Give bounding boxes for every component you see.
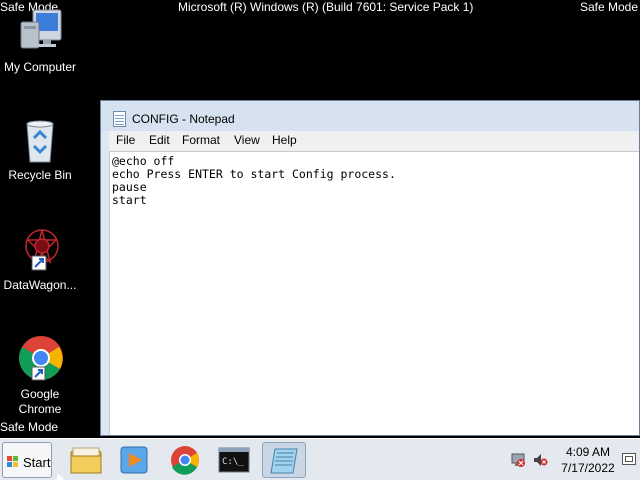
window-title: CONFIG - Notepad [132, 112, 235, 126]
start-button[interactable]: Start [2, 442, 52, 478]
recycle-bin-icon [16, 116, 64, 164]
taskbar-notepad-button[interactable] [262, 442, 306, 478]
desktop-icon-label: Google Chrome [18, 387, 62, 416]
taskbar: Start C:\_ 4:09 AM 7/17/2022 [0, 438, 640, 480]
chrome-icon [171, 446, 199, 475]
desktop-icon-my-computer[interactable]: My Computer [0, 8, 80, 75]
explorer-icon [70, 447, 102, 474]
taskbar-chrome-button[interactable] [163, 442, 207, 478]
menu-file[interactable]: File [116, 133, 135, 147]
taskbar-media-player-button[interactable] [112, 442, 156, 478]
menu-edit[interactable]: Edit [149, 133, 170, 147]
safe-mode-label-top-right: Safe Mode [579, 0, 638, 14]
menu-bar: File Edit Format View Help [109, 131, 639, 151]
start-label: Start [23, 455, 51, 470]
safe-mode-label-bottom-left: Safe Mode [0, 420, 59, 434]
clock[interactable]: 4:09 AM 7/17/2022 [556, 444, 620, 476]
notepad-titlebar[interactable]: CONFIG - Notepad [101, 101, 639, 131]
text-editor-area[interactable]: @echo off echo Press ENTER to start Conf… [109, 151, 639, 435]
system-tray: 4:09 AM 7/17/2022 [500, 439, 640, 480]
datawagon-shortcut-icon [16, 226, 64, 274]
show-desktop-button[interactable] [622, 453, 636, 465]
editor-line: start [112, 193, 147, 207]
svg-text:C:\_: C:\_ [222, 457, 244, 467]
volume-muted-icon[interactable] [532, 452, 548, 468]
cmd-icon: C:\_ [218, 447, 250, 473]
windows-logo-icon [7, 456, 19, 468]
clock-time: 4:09 AM [565, 445, 611, 459]
desktop-icon-label: My Computer [3, 60, 77, 74]
taskbar-cmd-button[interactable]: C:\_ [212, 442, 256, 478]
editor-line: @echo off [112, 154, 175, 168]
windows-build-label: Microsoft (R) Windows (R) (Build 7601: S… [178, 0, 474, 14]
notepad-app-icon [113, 111, 126, 127]
editor-line: echo Press ENTER to start Config process… [112, 167, 396, 181]
chrome-shortcut-icon [16, 335, 64, 383]
menu-view[interactable]: View [234, 133, 260, 147]
media-player-icon [120, 446, 148, 474]
computer-icon [16, 8, 64, 56]
clock-date: 7/17/2022 [561, 461, 615, 475]
notepad-icon [270, 448, 298, 474]
network-icon[interactable] [510, 452, 526, 468]
notepad-window[interactable]: CONFIG - Notepad File Edit Format View H… [100, 100, 640, 436]
desktop-icon-google-chrome[interactable]: Google Chrome [0, 335, 80, 417]
desktop-icon-label: DataWagon... [3, 278, 77, 292]
desktop-icon-label: Recycle Bin [8, 168, 72, 182]
menu-help[interactable]: Help [272, 133, 297, 147]
taskbar-explorer-button[interactable] [64, 442, 108, 478]
menu-format[interactable]: Format [182, 133, 220, 147]
desktop-icon-recycle-bin[interactable]: Recycle Bin [0, 116, 80, 183]
desktop-icon-datawagon[interactable]: DataWagon... [0, 226, 80, 293]
editor-line: pause [112, 180, 147, 194]
